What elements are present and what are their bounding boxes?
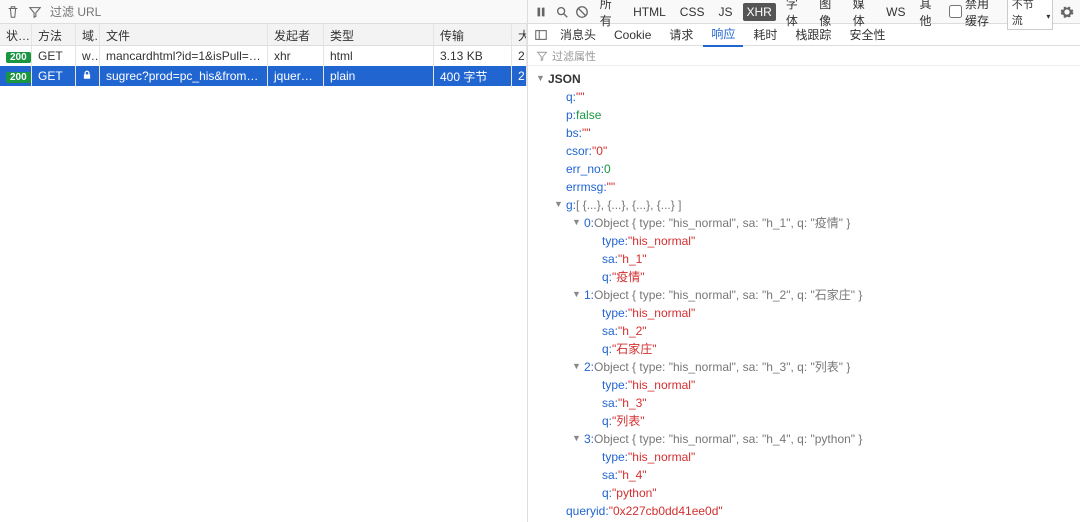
json-tree-row[interactable]: ▼0: Object { type: "his_normal", sa: "h_…: [528, 214, 1080, 232]
filter-props-label: 过滤属性: [552, 48, 596, 64]
tab-response[interactable]: 响应: [703, 22, 743, 47]
pause-icon[interactable]: [534, 3, 549, 21]
filter-icon[interactable]: [26, 3, 44, 21]
response-tabs: 消息头 Cookie 请求 响应 耗时 栈跟踪 安全性: [528, 24, 1080, 46]
tab-request[interactable]: 请求: [661, 23, 701, 46]
status-badge: 200: [6, 72, 31, 83]
cell-size: 20: [512, 46, 527, 66]
cell-method: GET: [32, 66, 76, 86]
json-tree-row[interactable]: bs: "": [528, 124, 1080, 142]
lock-icon: [82, 70, 92, 80]
cell-initiator: jquery-1-...: [268, 66, 324, 86]
column-status[interactable]: 状态: [0, 24, 32, 45]
json-tree-row[interactable]: err_no: 0: [528, 160, 1080, 178]
json-tree-row[interactable]: ▼3: Object { type: "his_normal", sa: "h_…: [528, 430, 1080, 448]
json-tree-row[interactable]: q: "列表": [528, 412, 1080, 430]
cell-method: GET: [32, 46, 76, 66]
trash-icon[interactable]: [4, 3, 22, 21]
column-file[interactable]: 文件: [100, 24, 268, 45]
status-badge: 200: [6, 52, 31, 63]
toggle-panel-icon[interactable]: [532, 26, 550, 44]
filter-url-input[interactable]: [48, 3, 523, 21]
cell-initiator: xhr: [268, 46, 324, 66]
column-method[interactable]: 方法: [32, 24, 76, 45]
column-size[interactable]: 大: [512, 24, 527, 45]
gear-icon[interactable]: [1059, 3, 1074, 21]
network-table-body: 200 GET ww mancardhtml?id=1&isPull=&inde…: [0, 46, 527, 522]
filter-tab-html[interactable]: HTML: [629, 3, 670, 21]
cell-transfer: 3.13 KB: [434, 46, 512, 66]
table-row[interactable]: 200 GET ww mancardhtml?id=1&isPull=&inde…: [0, 46, 527, 66]
column-domain[interactable]: 域: [76, 24, 100, 45]
json-tree-row[interactable]: ▼1: Object { type: "his_normal", sa: "h_…: [528, 286, 1080, 304]
json-tree-row[interactable]: csor: "0": [528, 142, 1080, 160]
cell-transfer: 400 字节: [434, 65, 512, 88]
json-tree-row[interactable]: type: "his_normal": [528, 376, 1080, 394]
json-tree-row[interactable]: q: "": [528, 88, 1080, 106]
cell-domain: [76, 66, 100, 86]
network-table-header: 状态 方法 域 文件 发起者 类型 传输 大: [0, 24, 527, 46]
json-tree-row[interactable]: type: "his_normal": [528, 448, 1080, 466]
tab-cookie[interactable]: Cookie: [606, 25, 659, 45]
filter-tab-ws[interactable]: WS: [882, 3, 909, 21]
json-tree-row[interactable]: q: "python": [528, 484, 1080, 502]
json-tree-row[interactable]: sa: "h_3": [528, 394, 1080, 412]
tab-timing[interactable]: 耗时: [745, 23, 785, 46]
filter-icon[interactable]: [536, 50, 548, 62]
cell-domain: ww: [76, 46, 100, 66]
filter-properties-bar: 过滤属性: [528, 46, 1080, 66]
cell-type: plain: [324, 66, 434, 86]
network-filter-toolbar: [0, 0, 527, 24]
tab-stack[interactable]: 栈跟踪: [787, 23, 839, 46]
filter-tab-js[interactable]: JS: [714, 3, 736, 21]
json-tree-row[interactable]: q: "石家庄": [528, 340, 1080, 358]
filter-tab-css[interactable]: CSS: [676, 3, 709, 21]
cell-file: sugrec?prod=pc_his&from=pc_we: [100, 66, 268, 86]
throttle-select[interactable]: 不节流: [1007, 0, 1054, 30]
tab-headers[interactable]: 消息头: [552, 23, 604, 46]
json-tree-row[interactable]: sa: "h_2": [528, 322, 1080, 340]
json-tree-row[interactable]: type: "his_normal": [528, 304, 1080, 322]
block-icon[interactable]: [575, 3, 590, 21]
table-row[interactable]: 200 GET sugrec?prod=pc_his&from=pc_we jq…: [0, 66, 527, 86]
column-initiator[interactable]: 发起者: [268, 24, 324, 45]
json-tree-row[interactable]: ▼2: Object { type: "his_normal", sa: "h_…: [528, 358, 1080, 376]
json-response-tree: ▼JSONq: ""p: falsebs: ""csor: "0"err_no:…: [528, 66, 1080, 522]
json-tree-row[interactable]: p: false: [528, 106, 1080, 124]
cell-file: mancardhtml?id=1&isPull=&index: [100, 46, 268, 66]
search-icon[interactable]: [555, 3, 570, 21]
column-transfer[interactable]: 传输: [434, 24, 512, 45]
filter-tab-xhr[interactable]: XHR: [743, 3, 776, 21]
json-tree-row[interactable]: type: "his_normal": [528, 232, 1080, 250]
request-type-toolbar: 所有 HTML CSS JS XHR 字体 图像 媒体 WS 其他 禁用缓存 不…: [528, 0, 1080, 24]
cell-size: 28: [512, 66, 527, 86]
json-tree-row[interactable]: sa: "h_1": [528, 250, 1080, 268]
json-tree-row[interactable]: ▼g: [ {...}, {...}, {...}, {...} ]: [528, 196, 1080, 214]
json-tree-row[interactable]: sa: "h_4": [528, 466, 1080, 484]
cell-type: html: [324, 46, 434, 66]
tab-security[interactable]: 安全性: [841, 23, 893, 46]
json-tree-row[interactable]: errmsg: "": [528, 178, 1080, 196]
json-tree-row[interactable]: q: "疫情": [528, 268, 1080, 286]
json-tree-row[interactable]: queryid: "0x227cb0dd41ee0d": [528, 502, 1080, 520]
json-tree-row[interactable]: ▼JSON: [528, 70, 1080, 88]
column-type[interactable]: 类型: [324, 24, 434, 45]
